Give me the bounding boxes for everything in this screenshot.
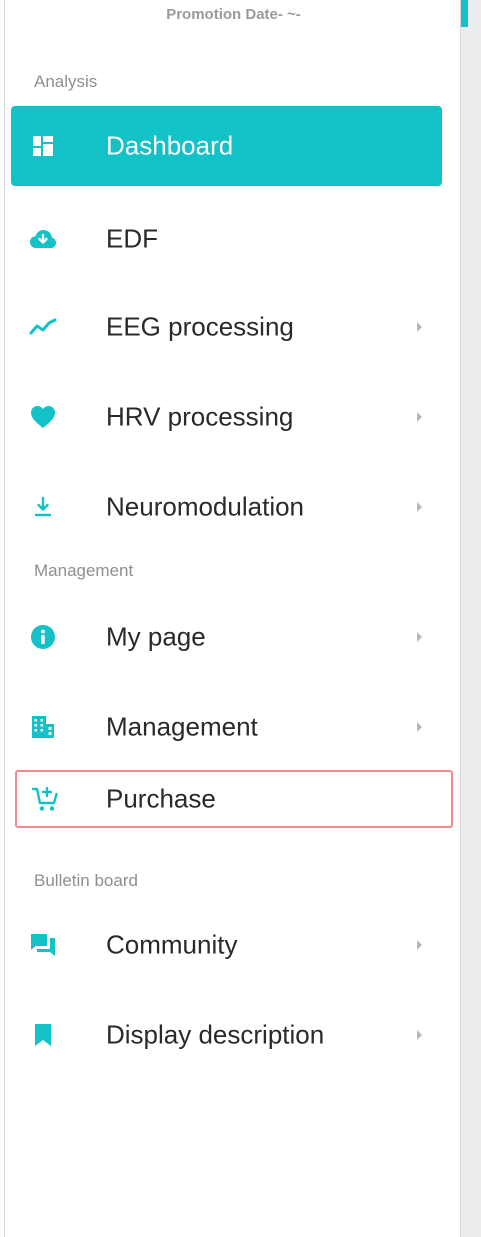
sidebar-item-label: Neuromodulation (106, 491, 305, 522)
sidebar: Promotion Date- ~- Analysis Dashboard ED… (4, 0, 461, 1237)
sidebar-item-purchase[interactable]: Purchase (15, 770, 453, 828)
sidebar-item-eeg-processing[interactable]: EEG processing (11, 287, 442, 367)
section-label-analysis: Analysis (34, 72, 98, 91)
sidebar-item-label: Community (106, 929, 238, 960)
content-edge-accent (461, 0, 468, 27)
chevron-right-icon (417, 632, 422, 642)
sidebar-item-label: HRV processing (106, 401, 294, 432)
promotion-date-text: Promotion Date- ~- (166, 6, 301, 23)
sidebar-item-label: Display description (106, 1019, 325, 1050)
heart-icon (29, 403, 57, 431)
sidebar-item-neuromodulation[interactable]: Neuromodulation (11, 467, 442, 547)
building-icon (29, 713, 57, 741)
chevron-right-icon (417, 412, 422, 422)
chevron-right-icon (417, 1030, 422, 1040)
line-chart-icon (29, 313, 57, 341)
sidebar-item-management[interactable]: Management (11, 687, 442, 767)
section-label-management: Management (34, 561, 134, 580)
sidebar-item-community[interactable]: Community (11, 905, 442, 985)
chevron-right-icon (417, 940, 422, 950)
sidebar-item-my-page[interactable]: My page (11, 597, 442, 677)
cloud-download-icon (29, 225, 57, 253)
sidebar-item-dashboard[interactable]: Dashboard (11, 106, 442, 186)
sidebar-item-label: My page (106, 621, 206, 652)
sidebar-item-label: EDF (106, 223, 158, 254)
sidebar-item-label: Purchase (106, 783, 216, 814)
bookmark-icon (29, 1021, 57, 1049)
content-edge-strip (461, 0, 481, 1237)
chevron-right-icon (417, 722, 422, 732)
sidebar-item-label: Management (106, 711, 258, 742)
info-icon (29, 623, 57, 651)
chat-icon (29, 931, 57, 959)
sidebar-item-label: Dashboard (106, 130, 234, 161)
download-arrow-icon (29, 493, 57, 521)
dashboard-icon (29, 132, 57, 160)
section-label-bulletin-board: Bulletin board (34, 871, 138, 890)
chevron-right-icon (417, 322, 422, 332)
sidebar-item-hrv-processing[interactable]: HRV processing (11, 377, 442, 457)
sidebar-item-edf[interactable]: EDF (11, 199, 442, 279)
sidebar-item-display-description[interactable]: Display description (11, 995, 442, 1075)
chevron-right-icon (417, 502, 422, 512)
sidebar-item-label: EEG processing (106, 311, 294, 342)
add-to-cart-icon (31, 785, 59, 813)
